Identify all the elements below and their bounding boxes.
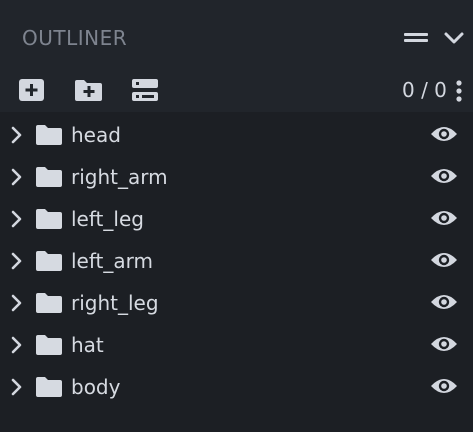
tree-row-label: left_leg bbox=[71, 207, 144, 231]
add-group-icon[interactable] bbox=[74, 76, 102, 104]
chevron-right-icon[interactable] bbox=[9, 125, 25, 145]
chevron-right-icon[interactable] bbox=[9, 209, 25, 229]
panel-title: OUTLINER bbox=[22, 26, 128, 50]
eye-icon[interactable] bbox=[430, 123, 458, 145]
tree-row-label: right_arm bbox=[71, 165, 168, 189]
folder-icon bbox=[36, 124, 62, 146]
folder-icon bbox=[36, 208, 62, 230]
chevron-down-icon[interactable] bbox=[441, 26, 467, 50]
folder-icon bbox=[36, 250, 62, 272]
tree-row[interactable]: head bbox=[0, 114, 473, 156]
chevron-right-icon[interactable] bbox=[9, 377, 25, 397]
tree-row[interactable]: right_leg bbox=[0, 282, 473, 324]
folder-icon bbox=[36, 166, 62, 188]
chevron-right-icon[interactable] bbox=[9, 293, 25, 313]
selection-counter: 0 / 0 bbox=[402, 78, 447, 102]
eye-icon[interactable] bbox=[430, 165, 458, 187]
outliner-tree: head right_arm left_leg left_arm right_l… bbox=[0, 112, 473, 432]
tree-row-label: body bbox=[71, 375, 121, 399]
tree-row[interactable]: left_arm bbox=[0, 240, 473, 282]
more-vertical-icon[interactable] bbox=[452, 78, 466, 104]
chevron-right-icon[interactable] bbox=[9, 167, 25, 187]
add-cube-icon[interactable] bbox=[18, 76, 46, 104]
chevron-right-icon[interactable] bbox=[9, 335, 25, 355]
tree-row-label: left_arm bbox=[71, 249, 154, 273]
tree-row[interactable]: body bbox=[0, 366, 473, 408]
chevron-right-icon[interactable] bbox=[9, 251, 25, 271]
tree-row-label: hat bbox=[71, 333, 104, 357]
tree-row-label: head bbox=[71, 123, 121, 147]
menu-lines-icon[interactable] bbox=[403, 26, 429, 50]
panel-header: OUTLINER bbox=[0, 0, 473, 72]
sort-icon[interactable] bbox=[131, 76, 159, 104]
eye-icon[interactable] bbox=[430, 207, 458, 229]
eye-icon[interactable] bbox=[430, 249, 458, 271]
eye-icon[interactable] bbox=[430, 333, 458, 355]
folder-icon bbox=[36, 376, 62, 398]
folder-icon bbox=[36, 334, 62, 356]
tree-row[interactable]: right_arm bbox=[0, 156, 473, 198]
outliner-toolbar: 0 / 0 bbox=[0, 72, 473, 112]
tree-row[interactable]: hat bbox=[0, 324, 473, 366]
tree-row[interactable]: left_leg bbox=[0, 198, 473, 240]
eye-icon[interactable] bbox=[430, 291, 458, 313]
tree-row-label: right_leg bbox=[71, 291, 159, 315]
eye-icon[interactable] bbox=[430, 375, 458, 397]
folder-icon bbox=[36, 292, 62, 314]
outliner-panel: OUTLINER 0 / 0 head right_arm left_leg l… bbox=[0, 0, 473, 432]
